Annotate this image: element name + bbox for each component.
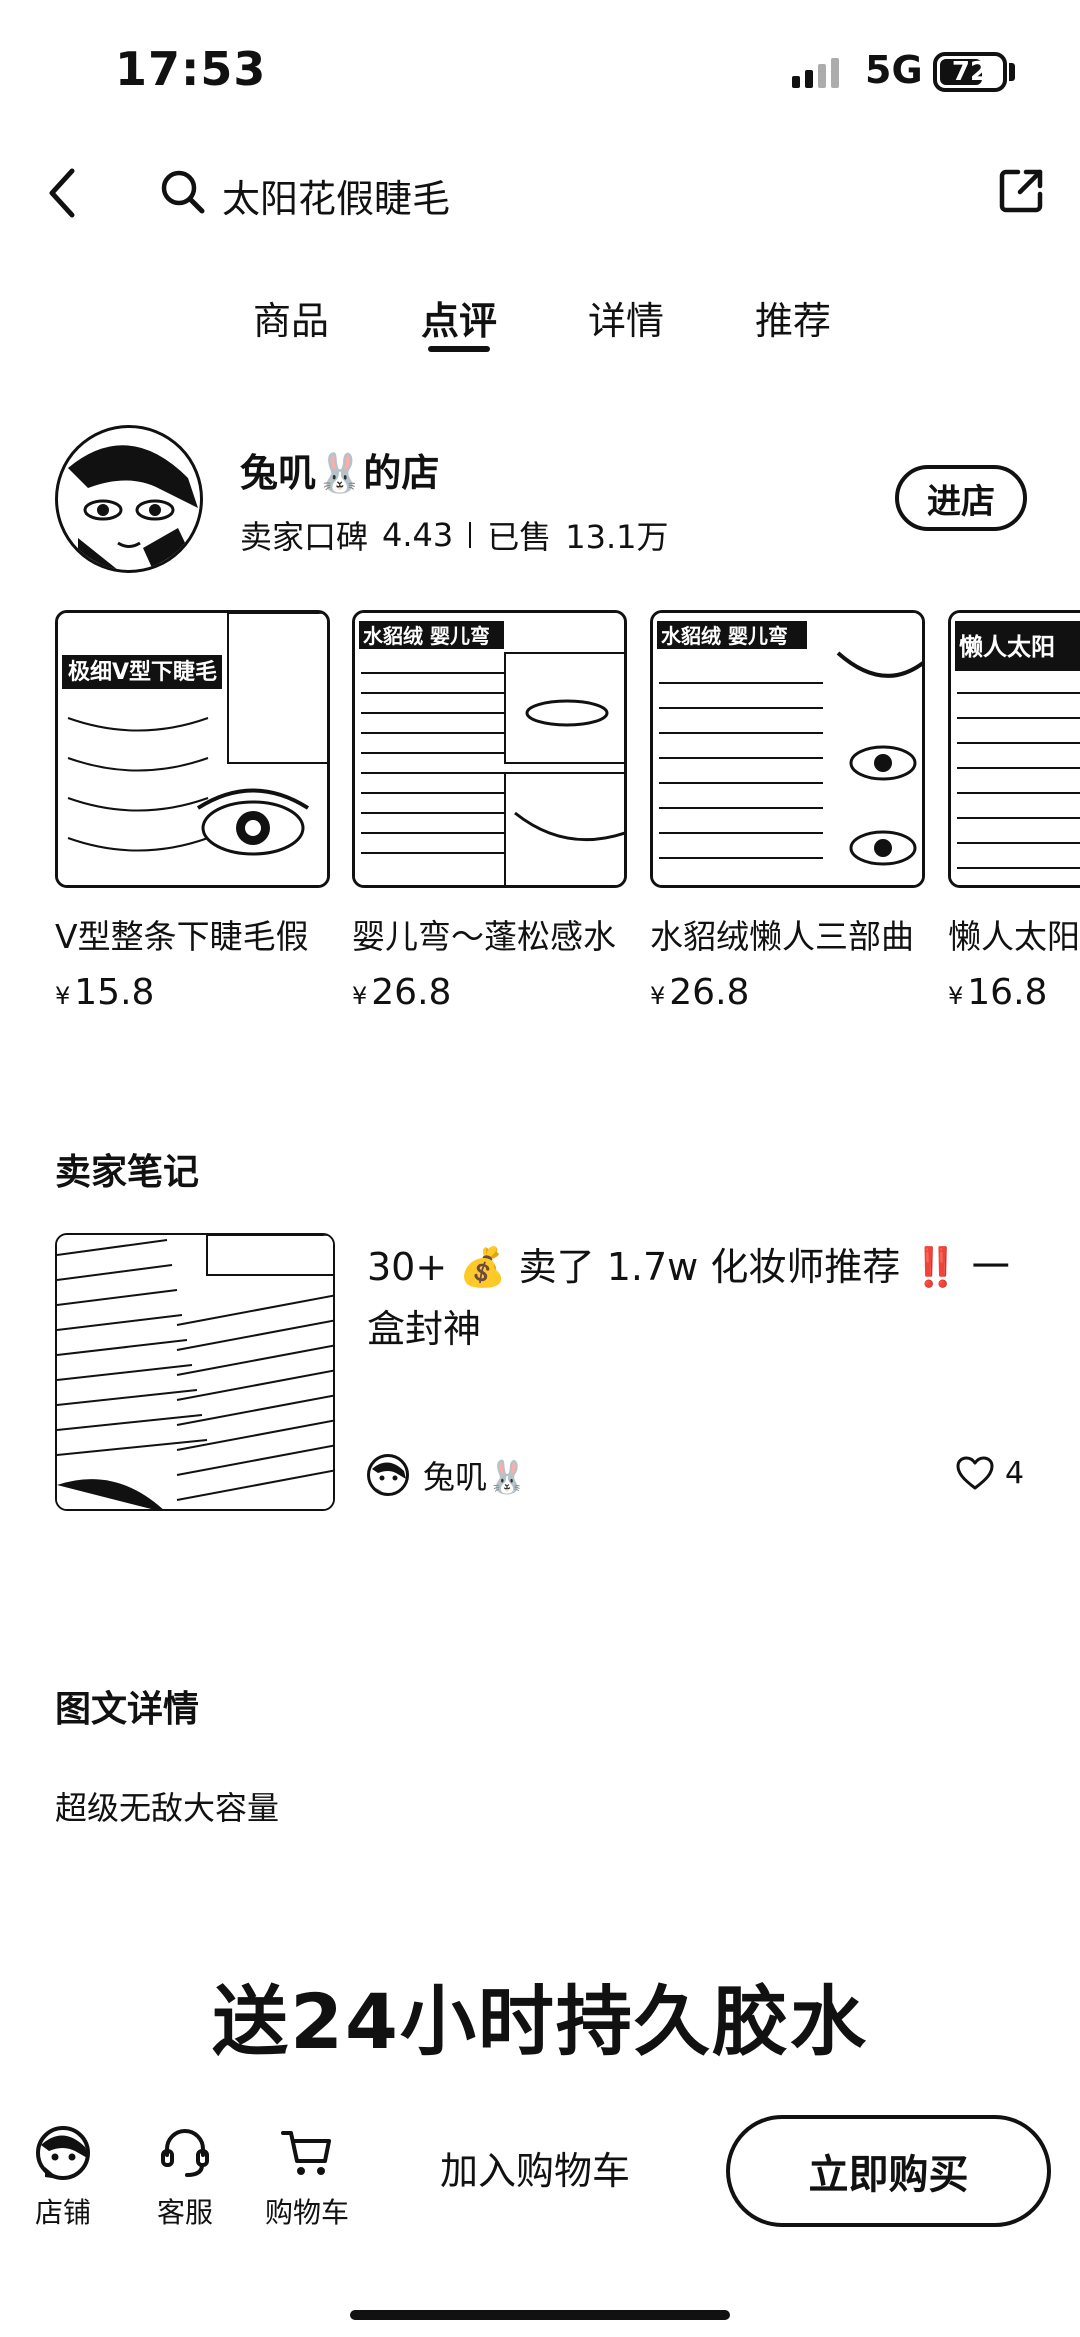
product-title-1[interactable]: V型整条下睫毛假 — [55, 910, 340, 958]
tab-details[interactable]: 详情 — [588, 290, 664, 345]
rating-label: 卖家口碑 — [240, 518, 369, 556]
cart-icon — [279, 2125, 335, 2181]
sold-label: 已售 — [487, 518, 552, 556]
buy-now-button[interactable]: 立即购买 — [726, 2115, 1051, 2227]
product-image-3[interactable]: 水貂绒 婴儿弯 — [650, 610, 925, 888]
product-image-2[interactable]: 水貂绒 婴儿弯 — [352, 610, 627, 888]
note-author[interactable]: 兔叽🐰 — [367, 1452, 527, 1498]
tab-products[interactable]: 商品 — [253, 290, 329, 345]
product-title-4[interactable]: 懒人太阳花 — [948, 910, 1080, 958]
home-indicator — [350, 2310, 730, 2320]
like-count: 4 — [1005, 1455, 1025, 1491]
price-value: 15.8 — [74, 972, 155, 1013]
product-price-3: ¥26.8 — [650, 972, 749, 1013]
seller-notes-title: 卖家笔记 — [55, 1152, 200, 1193]
product-price-2: ¥26.8 — [352, 972, 451, 1013]
details-title: 图文详情 — [55, 1689, 200, 1730]
product-image-3-text: 水貂绒 婴儿弯 — [661, 624, 788, 648]
status-time: 17:53 — [115, 42, 267, 96]
product-price-4: ¥16.8 — [948, 972, 1047, 1013]
shop-avatar-icon — [35, 2125, 91, 2181]
battery-level: 72 — [951, 57, 989, 87]
tab-recommend[interactable]: 推荐 — [755, 290, 831, 345]
customer-service-button[interactable]: 客服 — [130, 2125, 240, 2231]
sold-value: 13.1万 — [565, 518, 669, 556]
price-value: 26.8 — [371, 972, 452, 1013]
shop-tab-button[interactable]: 店铺 — [8, 2125, 118, 2231]
enter-shop-button[interactable]: 进店 — [895, 465, 1027, 531]
author-avatar — [367, 1454, 409, 1496]
product-image-1[interactable]: 极细V型下睫毛 — [55, 610, 330, 888]
shop-meta: 卖家口碑 4.43 已售 13.1万 — [240, 512, 669, 558]
signal-icon — [792, 58, 839, 88]
network-type: 5G — [865, 48, 923, 92]
product-title-3[interactable]: 水貂绒懒人三部曲 — [650, 910, 935, 958]
author-name: 兔叽🐰 — [423, 1458, 527, 1496]
service-label: 客服 — [156, 2196, 213, 2229]
share-icon[interactable] — [996, 166, 1046, 216]
product-image-1-text: 极细V型下睫毛 — [68, 659, 217, 685]
divider — [469, 522, 472, 548]
heart-icon — [956, 1456, 994, 1490]
note-image[interactable] — [55, 1233, 335, 1511]
active-tab-indicator — [428, 346, 490, 352]
headset-icon — [157, 2125, 213, 2181]
cart-button[interactable]: 购物车 — [252, 2125, 362, 2231]
rating-value: 4.43 — [382, 516, 454, 554]
battery-icon: 72 — [933, 52, 1007, 92]
cart-label: 购物车 — [264, 2196, 349, 2229]
add-to-cart-button[interactable]: 加入购物车 — [440, 2140, 630, 2195]
currency-symbol: ¥ — [352, 982, 368, 1010]
shop-tab-label: 店铺 — [34, 2196, 91, 2229]
price-value: 26.8 — [669, 972, 750, 1013]
product-image-4[interactable]: 懒人太阳 — [948, 610, 1080, 888]
price-value: 16.8 — [967, 972, 1048, 1013]
search-input[interactable]: 太阳花假睫毛 — [222, 168, 450, 223]
product-image-4-text: 懒人太阳 — [959, 633, 1055, 661]
currency-symbol: ¥ — [948, 982, 964, 1010]
product-price-1: ¥15.8 — [55, 972, 154, 1013]
shop-name[interactable]: 兔叽🐰的店 — [240, 442, 439, 497]
battery-tip — [1009, 63, 1015, 81]
search-icon[interactable] — [158, 167, 208, 217]
like-button[interactable]: 4 — [955, 1455, 1024, 1491]
shop-avatar[interactable] — [55, 425, 203, 573]
currency-symbol: ¥ — [650, 982, 666, 1010]
details-description: 超级无敌大容量 — [55, 1789, 280, 1827]
back-icon[interactable] — [42, 163, 82, 223]
details-banner: 送24小时持久胶水 — [212, 1977, 868, 2066]
currency-symbol: ¥ — [55, 982, 71, 1010]
product-title-2[interactable]: 婴儿弯～蓬松感水 — [352, 910, 637, 958]
tab-reviews[interactable]: 点评 — [421, 290, 497, 345]
note-title[interactable]: 30+ 💰 卖了 1.7w 化妆师推荐 ‼️ 一盒封神 — [367, 1236, 1027, 1360]
product-image-2-text: 水貂绒 婴儿弯 — [363, 624, 490, 648]
